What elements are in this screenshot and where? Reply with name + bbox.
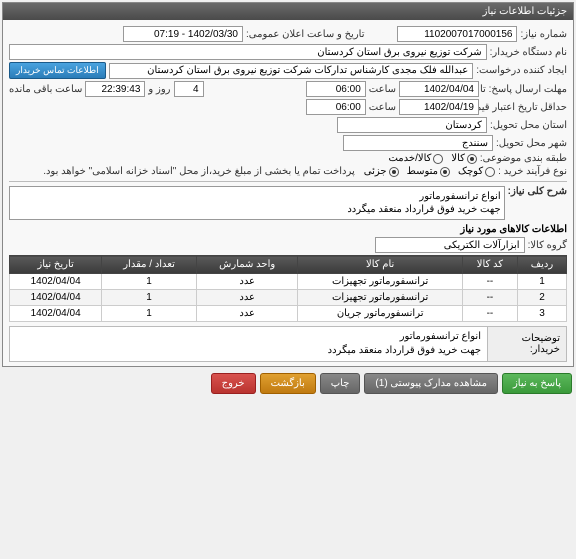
panel-body: شماره نیاز: 1102007017000156 تاریخ و ساع… (3, 20, 573, 366)
radio-kala-label: کالا (451, 153, 465, 164)
buyer-label: نام دستگاه خریدار: (490, 47, 567, 58)
cell-date: 1402/04/04 (10, 274, 102, 290)
buyer-field: شرکت توزیع نیروی برق استان کردستان (9, 44, 487, 60)
attachments-button[interactable]: مشاهده مدارک پیوستی (1) (364, 373, 498, 394)
cell-name: ترانسفورماتور تجهیزات (298, 274, 462, 290)
desc-textbox: انواع ترانسفورماتور جهت خرید فوق قرارداد… (9, 186, 505, 220)
group-label: گروه کالا: (528, 240, 567, 251)
cell-date: 1402/04/04 (10, 306, 102, 322)
th-unit: واحد شمارش (196, 256, 298, 274)
radio-service[interactable] (433, 154, 443, 164)
cell-qty: 1 (102, 306, 197, 322)
city-field: سنندج (343, 135, 493, 151)
items-table: ردیف کد کالا نام کالا واحد شمارش تعداد /… (9, 255, 567, 322)
th-name: نام کالا (298, 256, 462, 274)
cell-name: ترانسفورماتور جریان (298, 306, 462, 322)
radio-kala[interactable] (467, 154, 477, 164)
deadline-hour-field: 06:00 (306, 81, 366, 97)
cell-code: -- (462, 274, 517, 290)
creator-field: عبدالله فلک مجدی کارشناس تدارکات شرکت تو… (109, 63, 474, 79)
cell-code: -- (462, 290, 517, 306)
buyer-notes-label: توضیحات خریدار: (487, 326, 567, 362)
remain-field: 22:39:43 (85, 81, 145, 97)
cell-name: ترانسفورماتور تجهیزات (298, 290, 462, 306)
creator-label: ایجاد کننده درخواست: (476, 65, 567, 76)
process-note: پرداخت تمام یا بخشی از مبلغ خرید،از محل … (43, 166, 355, 177)
deadline-label: مهلت ارسال پاسخ: تا تاریخ: (482, 84, 567, 95)
buyer-notes-content: انواع ترانسفورماتور جهت خرید فوق قرارداد… (9, 326, 487, 362)
radio-partial-label: جزئی (364, 166, 387, 177)
buyer-notes-box: توضیحات خریدار: انواع ترانسفورماتور جهت … (9, 326, 567, 362)
group-field: ابزارآلات الکتریکی (375, 237, 525, 253)
table-row[interactable]: 1--ترانسفورماتور تجهیزاتعدد11402/04/04 (10, 274, 567, 290)
desc-line2: جهت خرید فوق قرارداد منعقد میگردد (13, 203, 501, 216)
desc-line1: انواع ترانسفورماتور (13, 190, 501, 203)
details-panel: جزئیات اطلاعات نیاز شماره نیاز: 11020070… (2, 2, 574, 367)
footer-buttons: پاسخ به نیاز مشاهده مدارک پیوستی (1) چاپ… (0, 369, 576, 398)
table-row[interactable]: 3--ترانسفورماتور جریانعدد11402/04/04 (10, 306, 567, 322)
buyer-notes-l2: جهت خرید فوق قرارداد منعقد میگردد (16, 344, 481, 358)
table-row[interactable]: 2--ترانسفورماتور تجهیزاتعدد11402/04/04 (10, 290, 567, 306)
cell-unit: عدد (196, 290, 298, 306)
th-idx: ردیف (517, 256, 566, 274)
days-label: روز و (148, 84, 170, 95)
table-header-row: ردیف کد کالا نام کالا واحد شمارش تعداد /… (10, 256, 567, 274)
radio-medium-label: متوسط (407, 166, 438, 177)
cell-qty: 1 (102, 274, 197, 290)
class-radio-group: کالا کالا/خدمت (388, 153, 476, 164)
process-radio-group: کوچک متوسط جزئی (364, 166, 495, 177)
th-date: تاریخ نیاز (10, 256, 102, 274)
cell-idx: 1 (517, 274, 566, 290)
valid-hour-field: 06:00 (306, 99, 366, 115)
cell-idx: 3 (517, 306, 566, 322)
province-field: کردستان (337, 117, 487, 133)
buyer-notes-l1: انواع ترانسفورماتور (16, 330, 481, 344)
announce-field: 1402/03/30 - 07:19 (123, 26, 243, 42)
cell-date: 1402/04/04 (10, 290, 102, 306)
cell-unit: عدد (196, 306, 298, 322)
cell-qty: 1 (102, 290, 197, 306)
back-button[interactable]: بازگشت (260, 373, 316, 394)
city-label: شهر محل تحویل: (496, 138, 567, 149)
need-no-field: 1102007017000156 (397, 26, 517, 42)
radio-small[interactable] (485, 167, 495, 177)
valid-date-field: 1402/04/19 (399, 99, 479, 115)
need-no-label: شماره نیاز: (520, 29, 567, 40)
cell-idx: 2 (517, 290, 566, 306)
radio-partial[interactable] (389, 167, 399, 177)
exit-button[interactable]: خروج (211, 373, 256, 394)
process-label: نوع فرآیند خرید : (498, 166, 567, 177)
th-code: کد کالا (462, 256, 517, 274)
contact-buyer-button[interactable]: اطلاعات تماس خریدار (9, 62, 106, 79)
remain-label: ساعت باقی مانده (9, 84, 82, 95)
print-button[interactable]: چاپ (320, 373, 361, 394)
announce-label: تاریخ و ساعت اعلان عمومی: (246, 29, 365, 40)
items-section-title: اطلاعات کالاهای مورد نیاز (9, 224, 567, 235)
valid-label: حداقل تاریخ اعتبار قیمت تا تاریخ: (482, 102, 567, 113)
hour-label-2: ساعت (369, 102, 396, 113)
province-label: استان محل تحویل: (490, 120, 567, 131)
radio-medium[interactable] (440, 167, 450, 177)
desc-label: شرح کلی نیاز: (508, 186, 567, 197)
panel-title: جزئیات اطلاعات نیاز (3, 3, 573, 20)
days-field: 4 (174, 81, 204, 97)
hour-label-1: ساعت (369, 84, 396, 95)
cell-unit: عدد (196, 274, 298, 290)
deadline-date-field: 1402/04/04 (399, 81, 479, 97)
radio-service-label: کالا/خدمت (388, 153, 431, 164)
reply-button[interactable]: پاسخ به نیاز (502, 373, 572, 394)
radio-small-label: کوچک (458, 166, 483, 177)
th-qty: تعداد / مقدار (102, 256, 197, 274)
class-label: طبقه بندی موضوعی: (480, 153, 567, 164)
cell-code: -- (462, 306, 517, 322)
